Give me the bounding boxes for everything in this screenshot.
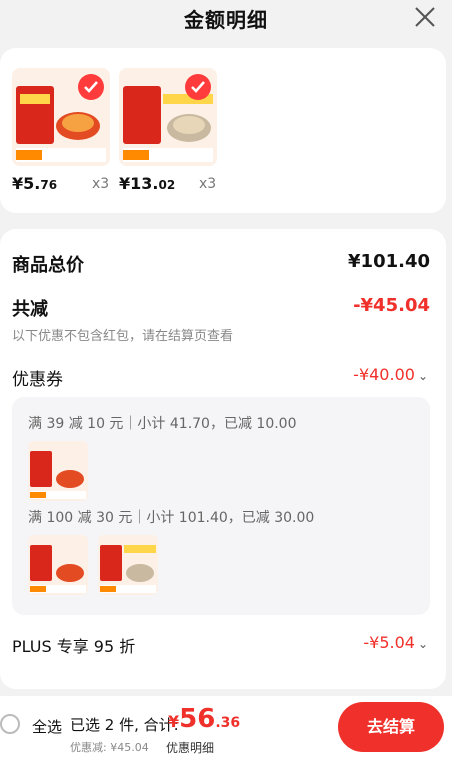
sheet-title: 金额明细 xyxy=(184,8,268,32)
checkout-bar: 全选 已选 2 件, 合计: ¥56.36 优惠减: ¥45.04 优惠明细 去… xyxy=(0,696,452,765)
coupon-rule: 满 100 减 30 元｜小计 101.40，已减 30.00 xyxy=(28,510,315,526)
product-thumbnail xyxy=(28,441,88,501)
checkout-button[interactable]: 去结算 xyxy=(338,702,444,752)
total-price-value: ¥101.40 xyxy=(348,251,430,272)
checked-icon xyxy=(78,74,104,100)
discount-label: 共减 xyxy=(12,299,48,320)
close-icon[interactable] xyxy=(414,6,436,28)
coupon-value: -¥40.00 xyxy=(353,365,415,384)
total-price-label: 商品总价 xyxy=(12,255,84,276)
product-price: ¥13.02 xyxy=(119,174,176,193)
price-summary-card: 商品总价 ¥101.40 共减 -¥45.04 以下优惠不包含红包，请在结算页查… xyxy=(0,229,446,689)
plus-discount-label: PLUS 专享 95 折 xyxy=(12,637,136,656)
select-all-label[interactable]: 全选 xyxy=(32,716,62,737)
total-amount: ¥56.36 xyxy=(168,704,241,734)
coupon-label: 优惠券 xyxy=(12,370,63,390)
plus-discount-value: -¥5.04 xyxy=(363,633,415,652)
product-thumbnail xyxy=(28,535,88,595)
chevron-down-icon: ⌄ xyxy=(417,637,428,651)
chevron-down-icon: ⌄ xyxy=(417,369,428,383)
product-quantity: x3 xyxy=(199,176,217,192)
coupon-row[interactable]: -¥40.00 ⌄ xyxy=(353,365,428,384)
product-price: ¥5.76 xyxy=(12,174,58,193)
discount-detail-link[interactable]: 优惠明细 xyxy=(166,739,214,756)
select-all-radio[interactable] xyxy=(0,714,20,734)
selected-count-text: 已选 2 件, 合计: xyxy=(70,716,179,734)
coupon-rule: 满 39 减 10 元｜小计 41.70，已减 10.00 xyxy=(28,416,297,432)
sheet-header: 金额明细 xyxy=(0,0,452,40)
product-thumbnail[interactable] xyxy=(119,68,217,166)
product-thumbnail[interactable] xyxy=(12,68,110,166)
product-thumbnail xyxy=(98,535,158,595)
discount-value: -¥45.04 xyxy=(353,295,430,316)
plus-discount-row[interactable]: -¥5.04 ⌄ xyxy=(363,633,428,652)
discount-note: 以下优惠不包含红包，请在结算页查看 xyxy=(12,329,234,344)
checked-icon xyxy=(185,74,211,100)
product-quantity: x3 xyxy=(92,176,110,192)
discount-summary: 优惠减: ¥45.04 xyxy=(70,741,149,754)
coupon-detail-box: 满 39 减 10 元｜小计 41.70，已减 10.00 满 100 减 30… xyxy=(12,397,430,615)
products-card: ¥5.76 x3 ¥13.02 x3 xyxy=(0,48,446,213)
